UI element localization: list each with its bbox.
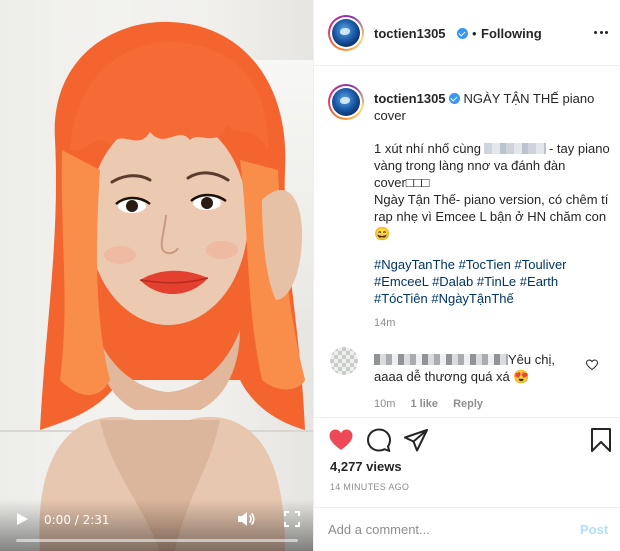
post-timestamp: 14 MINUTES AGO — [330, 482, 410, 492]
share-icon[interactable] — [404, 428, 428, 452]
hashtag-link[interactable]: #TinLe — [477, 274, 516, 289]
profile-avatar[interactable] — [328, 15, 364, 51]
following-button[interactable]: Following — [481, 26, 542, 41]
more-options-icon[interactable] — [594, 31, 608, 35]
caption-timestamp: 14m — [374, 317, 396, 329]
hashtag-link[interactable]: #NgayTanThe — [374, 257, 455, 272]
hashtag-link[interactable]: #EmceeL — [374, 274, 428, 289]
caption-username[interactable]: toctien1305 — [374, 91, 446, 106]
video-progress-bar[interactable] — [16, 539, 298, 542]
caption-line2: Ngày Tận Thế- piano version, có chêm tí … — [374, 192, 609, 241]
post-panel: toctien1305 • Following toctien1305 NGÀY … — [313, 0, 620, 551]
hashtag-list: #NgayTanThe #TocTien #Touliver #EmceeL #… — [374, 256, 614, 307]
hashtag-link[interactable]: #Touliver — [514, 257, 566, 272]
heart-icon[interactable] — [329, 428, 353, 452]
views-count[interactable]: 4,277 views — [330, 459, 402, 474]
comment-reply-button[interactable]: Reply — [453, 398, 483, 410]
caption-avatar[interactable] — [328, 84, 364, 120]
post-header: toctien1305 • Following — [314, 0, 620, 66]
header-username[interactable]: toctien1305 — [374, 26, 446, 41]
comment-meta: 10m 1 like Reply — [374, 398, 495, 410]
commenter-avatar[interactable] — [330, 347, 358, 375]
video-frame — [39, 21, 305, 551]
comment-likes[interactable]: 1 like — [410, 398, 438, 410]
hashtag-link[interactable]: #TócTiên — [374, 291, 428, 306]
hashtag-link[interactable]: #NgàyTậnThế — [431, 291, 513, 306]
comment-time: 10m — [374, 398, 396, 410]
comments-area: toctien1305 NGÀY TẬN THẾ piano cover 1 xú… — [314, 67, 620, 417]
hashtag-link[interactable]: #TocTien — [459, 257, 511, 272]
video-controls: 0:00 / 2:31 — [0, 499, 313, 551]
masked-mention — [483, 143, 546, 154]
earth-avatar-image — [332, 88, 360, 116]
verified-badge-icon — [457, 28, 468, 39]
bookmark-icon[interactable] — [589, 428, 613, 452]
post-comment-button[interactable]: Post — [580, 522, 608, 537]
fullscreen-icon[interactable] — [284, 511, 300, 527]
verified-badge-icon — [448, 93, 460, 104]
masked-commenter-name[interactable] — [374, 354, 508, 365]
header-separator: • — [472, 26, 477, 41]
comment-item: Yêu chị, aaaa dễ thương quá xá 😍 — [374, 351, 579, 385]
comment-input[interactable] — [328, 518, 558, 540]
hashtag-link[interactable]: #Dalab — [432, 274, 473, 289]
video-time: 0:00 / 2:31 — [44, 513, 110, 527]
comment-heart-icon[interactable] — [586, 359, 598, 371]
post-actions: 4,277 views 14 MINUTES AGO — [314, 417, 620, 499]
comment-icon[interactable] — [367, 428, 391, 452]
earth-avatar-image — [332, 19, 360, 47]
video-player[interactable]: 0:00 / 2:31 — [0, 0, 313, 551]
caption-line1-prefix: 1 xút nhí nhố cùng — [374, 141, 481, 156]
play-icon[interactable] — [15, 512, 29, 526]
volume-icon[interactable] — [237, 511, 255, 527]
hashtag-link[interactable]: #Earth — [520, 274, 558, 289]
caption-title: toctien1305 NGÀY TẬN THẾ piano cover — [374, 90, 614, 124]
caption-body: 1 xút nhí nhố cùng - tay piano vàng trong… — [374, 140, 614, 242]
add-comment-section: Post — [314, 507, 620, 551]
